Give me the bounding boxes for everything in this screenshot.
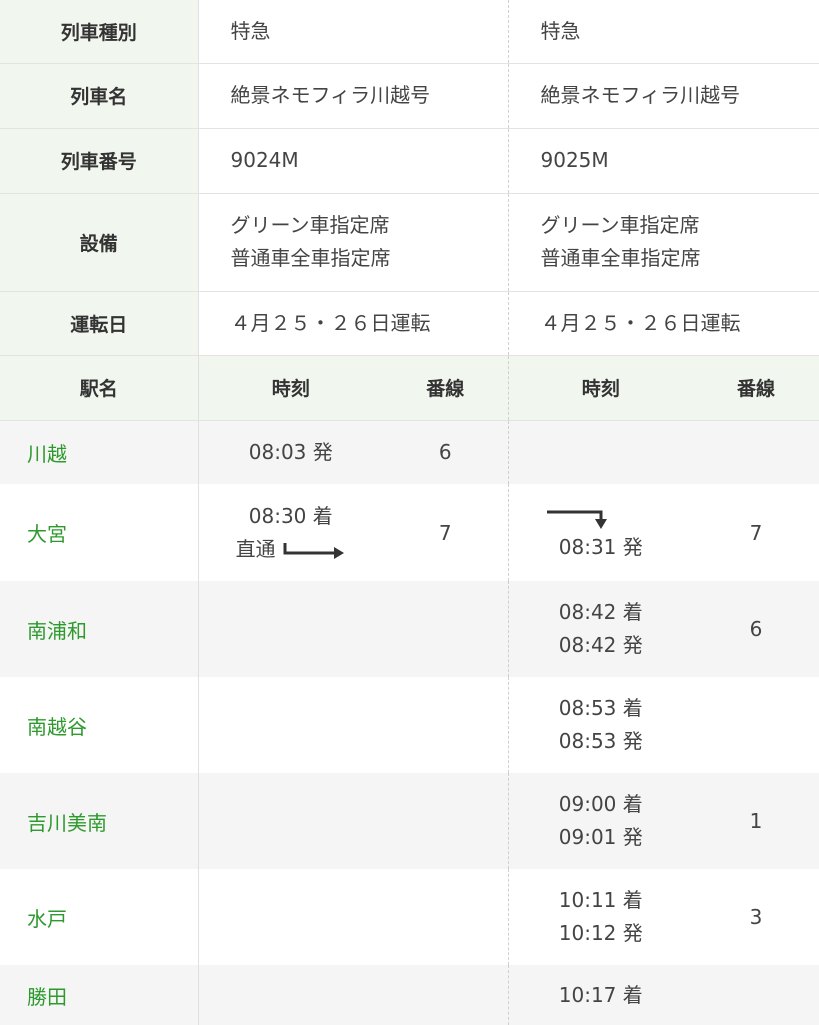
train2-platform — [693, 420, 819, 484]
train1-time — [198, 965, 383, 1025]
train1-value: 9024M — [198, 128, 508, 193]
through-service: 直通 — [199, 533, 384, 566]
info-row-number: 列車番号 9024M 9025M — [0, 128, 819, 193]
value-line: ４月２５・２６日運転 — [231, 307, 508, 340]
train1-time — [198, 773, 383, 869]
time-line: 10:12 発 — [509, 917, 694, 950]
time-line: 10:11 着 — [509, 884, 694, 917]
timetable: 列車種別 特急 特急 列車名 絶景ネモフィラ川越号 絶景ネモフィラ川越号 列車番… — [0, 0, 819, 1025]
train1-time: 08:30 着 直通 — [198, 484, 383, 581]
down-arrow-icon — [545, 507, 609, 531]
train2-time: 09:00 着 09:01 発 — [508, 773, 693, 869]
train1-value: ４月２５・２６日運転 — [198, 291, 508, 355]
train1-time — [198, 869, 383, 965]
train2-platform: 6 — [693, 581, 819, 677]
time-line: 08:30 着 — [199, 500, 384, 533]
value-line: ４月２５・２６日運転 — [541, 307, 819, 340]
time-line: 09:00 着 — [509, 788, 694, 821]
station-row: 南越谷 08:53 着 08:53 発 — [0, 677, 819, 773]
time-line: 08:31 発 — [509, 531, 694, 564]
station-row: 勝田 10:17 着 — [0, 965, 819, 1025]
station-row: 川越 08:03 発 6 — [0, 420, 819, 484]
station-link[interactable]: 水戸 — [0, 869, 198, 965]
train2-platform — [693, 677, 819, 773]
train1-time — [198, 581, 383, 677]
train2-time: 08:31 発 — [508, 484, 693, 581]
value-line: グリーン車指定席 — [231, 209, 508, 242]
time-line: 08:42 着 — [509, 596, 694, 629]
train1-platform: 7 — [383, 484, 508, 581]
train1-value: 絶景ネモフィラ川越号 — [198, 63, 508, 128]
through-label: 直通 — [236, 537, 276, 561]
station-link[interactable]: 勝田 — [0, 965, 198, 1025]
right-arrow-icon — [282, 541, 346, 559]
platform-column-header: 番線 — [383, 355, 508, 420]
value-line: 絶景ネモフィラ川越号 — [541, 79, 819, 112]
train1-platform — [383, 581, 508, 677]
platform-column-header: 番線 — [693, 355, 819, 420]
value-line: 特急 — [231, 15, 508, 48]
station-header-row: 駅名 時刻 番線 時刻 番線 — [0, 355, 819, 420]
info-row-facilities: 設備 グリーン車指定席 普通車全車指定席 グリーン車指定席 普通車全車指定席 — [0, 193, 819, 291]
train1-value: 特急 — [198, 0, 508, 63]
row-label: 設備 — [0, 193, 198, 291]
train2-platform: 7 — [693, 484, 819, 581]
time-line: 08:42 発 — [509, 629, 694, 662]
train1-value: グリーン車指定席 普通車全車指定席 — [198, 193, 508, 291]
station-column-header: 駅名 — [0, 355, 198, 420]
row-label: 列車種別 — [0, 0, 198, 63]
train2-value: 9025M — [508, 128, 819, 193]
train2-time: 10:17 着 — [508, 965, 693, 1025]
station-link[interactable]: 南浦和 — [0, 581, 198, 677]
time-line: 08:53 着 — [509, 692, 694, 725]
info-row-days: 運転日 ４月２５・２６日運転 ４月２５・２６日運転 — [0, 291, 819, 355]
time-line: 09:01 発 — [509, 821, 694, 854]
station-row: 大宮 08:30 着 直通 7 — [0, 484, 819, 581]
time-line: 08:03 発 — [199, 436, 384, 469]
train1-platform — [383, 965, 508, 1025]
info-row-name: 列車名 絶景ネモフィラ川越号 絶景ネモフィラ川越号 — [0, 63, 819, 128]
train1-platform — [383, 773, 508, 869]
time-column-header: 時刻 — [508, 355, 693, 420]
train2-time: 08:53 着 08:53 発 — [508, 677, 693, 773]
time-line: 10:17 着 — [509, 979, 694, 1012]
train1-platform — [383, 869, 508, 965]
train2-value: ４月２５・２６日運転 — [508, 291, 819, 355]
row-label: 運転日 — [0, 291, 198, 355]
info-row-type: 列車種別 特急 特急 — [0, 0, 819, 63]
train2-value: 絶景ネモフィラ川越号 — [508, 63, 819, 128]
value-line: 9025M — [541, 144, 819, 177]
value-line: 普通車全車指定席 — [541, 242, 819, 275]
train2-time: 08:42 着 08:42 発 — [508, 581, 693, 677]
value-line: 普通車全車指定席 — [231, 242, 508, 275]
train2-platform — [693, 965, 819, 1025]
station-row: 南浦和 08:42 着 08:42 発 6 — [0, 581, 819, 677]
train2-platform: 1 — [693, 773, 819, 869]
train2-value: グリーン車指定席 普通車全車指定席 — [508, 193, 819, 291]
station-link[interactable]: 川越 — [0, 420, 198, 484]
train1-time — [198, 677, 383, 773]
train1-platform: 6 — [383, 420, 508, 484]
station-link[interactable]: 大宮 — [0, 484, 198, 581]
value-line: 特急 — [541, 15, 819, 48]
time-column-header: 時刻 — [198, 355, 383, 420]
train2-time — [508, 420, 693, 484]
value-line: 9024M — [231, 144, 508, 177]
train2-value: 特急 — [508, 0, 819, 63]
station-link[interactable]: 吉川美南 — [0, 773, 198, 869]
station-row: 水戸 10:11 着 10:12 発 3 — [0, 869, 819, 965]
train1-time: 08:03 発 — [198, 420, 383, 484]
value-line: グリーン車指定席 — [541, 209, 819, 242]
train2-time: 10:11 着 10:12 発 — [508, 869, 693, 965]
station-link[interactable]: 南越谷 — [0, 677, 198, 773]
row-label: 列車名 — [0, 63, 198, 128]
value-line: 絶景ネモフィラ川越号 — [231, 79, 508, 112]
station-row: 吉川美南 09:00 着 09:01 発 1 — [0, 773, 819, 869]
train2-platform: 3 — [693, 869, 819, 965]
time-line: 08:53 発 — [509, 725, 694, 758]
train1-platform — [383, 677, 508, 773]
row-label: 列車番号 — [0, 128, 198, 193]
